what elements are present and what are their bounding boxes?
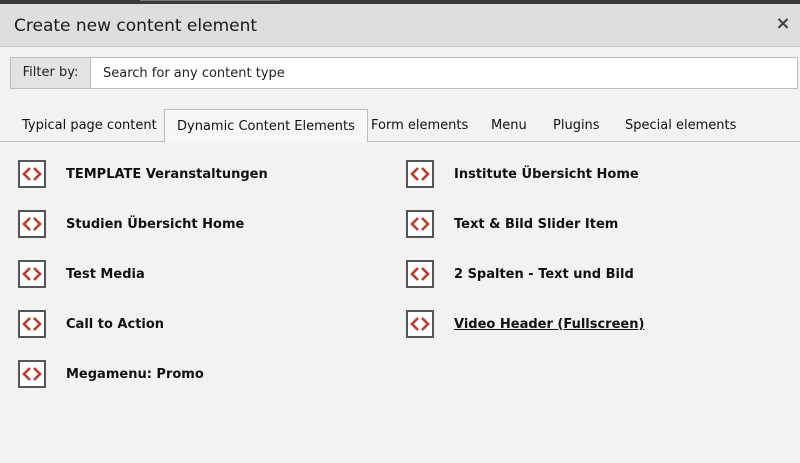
code-brackets-icon xyxy=(18,210,46,238)
content-element-label: TEMPLATE Veranstaltungen xyxy=(66,166,268,182)
tab-special-elements[interactable]: Special elements xyxy=(613,109,748,142)
dialog-title: Create new content element xyxy=(14,16,258,36)
tab-plugins[interactable]: Plugins xyxy=(541,109,612,142)
filter-search-input[interactable] xyxy=(91,58,797,88)
code-brackets-icon xyxy=(18,360,46,388)
tab-dynamic-content-elements[interactable]: Dynamic Content Elements xyxy=(164,109,368,143)
content-element-item[interactable]: Test Media xyxy=(18,259,145,289)
content-element-label: Test Media xyxy=(66,266,145,282)
code-brackets-icon xyxy=(18,260,46,288)
content-element-item[interactable]: TEMPLATE Veranstaltungen xyxy=(18,159,268,189)
filter-bar: Filter by: xyxy=(10,57,798,89)
filter-label: Filter by: xyxy=(11,58,91,88)
content-element-item[interactable]: Megamenu: Promo xyxy=(18,359,204,389)
code-brackets-icon xyxy=(406,210,434,238)
close-button[interactable]: × xyxy=(774,14,792,34)
content-element-item[interactable]: Institute Übersicht Home xyxy=(406,159,639,189)
code-brackets-icon xyxy=(406,160,434,188)
tab-typical-page-content[interactable]: Typical page content xyxy=(10,109,169,142)
content-element-label: 2 Spalten - Text und Bild xyxy=(454,266,634,282)
content-element-label: Studien Übersicht Home xyxy=(66,216,245,232)
tab-form-elements[interactable]: Form elements xyxy=(359,109,480,142)
content-element-label: Call to Action xyxy=(66,316,165,332)
content-element-item[interactable]: 2 Spalten - Text und Bild xyxy=(406,259,634,289)
code-brackets-icon xyxy=(18,160,46,188)
content-element-label: Text & Bild Slider Item xyxy=(454,216,619,232)
content-element-item[interactable]: Call to Action xyxy=(18,309,164,339)
content-element-item[interactable]: Text & Bild Slider Item xyxy=(406,209,618,239)
tab-menu[interactable]: Menu xyxy=(479,109,539,142)
content-type-tabs: Typical page content Dynamic Content Ele… xyxy=(0,109,800,143)
content-element-label: Institute Übersicht Home xyxy=(454,166,639,182)
code-brackets-icon xyxy=(406,310,434,338)
content-element-label: Megamenu: Promo xyxy=(66,366,204,382)
content-element-item[interactable]: Studien Übersicht Home xyxy=(18,209,244,239)
code-brackets-icon xyxy=(18,310,46,338)
content-element-label: Video Header (Fullscreen) xyxy=(454,316,645,332)
dialog-header: Create new content element × xyxy=(0,4,800,47)
content-element-item[interactable]: Video Header (Fullscreen) xyxy=(406,309,644,339)
code-brackets-icon xyxy=(406,260,434,288)
